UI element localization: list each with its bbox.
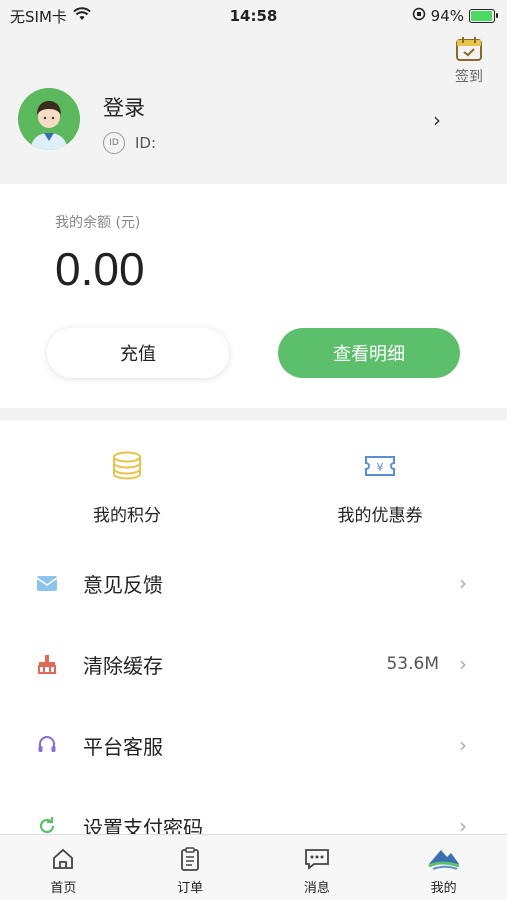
tab-home[interactable]: 首页 [0, 835, 127, 900]
checkin-label: 签到 [455, 69, 483, 85]
wifi-icon [73, 7, 91, 25]
profile-logo-icon [380, 845, 507, 873]
tab-label: 订单 [177, 881, 204, 896]
view-details-button[interactable]: 查看明细 [278, 328, 460, 378]
tab-orders[interactable]: 订单 [127, 835, 254, 900]
tab-label: 我的 [430, 881, 457, 896]
chevron-right-icon: › [459, 571, 467, 595]
headset-icon [36, 734, 58, 756]
carrier-text: 无SIM卡 [10, 7, 67, 26]
recharge-button[interactable]: 充值 [47, 328, 229, 378]
battery-percent: 94% [430, 7, 464, 25]
profile-chevron-right-icon[interactable]: › [433, 108, 441, 132]
id-badge-icon: ID [103, 132, 125, 154]
my-coupons-label: 我的优惠券 [337, 506, 423, 526]
menu-item-customer-service[interactable]: 平台客服 › [0, 705, 507, 785]
status-right: 94% [412, 7, 498, 25]
balance-label: 我的余额 (元) [55, 215, 141, 231]
menu-item-label: 平台客服 [83, 734, 163, 759]
menu-item-clear-cache[interactable]: 清除缓存 53.6M › [0, 624, 507, 704]
status-left: 无SIM卡 [10, 6, 91, 27]
calendar-check-icon [455, 37, 483, 66]
coupon-icon: ¥ [305, 449, 455, 483]
tab-messages[interactable]: 消息 [254, 835, 381, 900]
tab-label: 首页 [50, 881, 77, 896]
my-points-label: 我的积分 [93, 506, 161, 526]
checkin-button[interactable]: 签到 [449, 36, 489, 86]
cache-size-value: 53.6M [386, 654, 439, 674]
features-section: 我的积分 ¥ 我的优惠券 意见反馈 › 清除缓存 53.6M › 平台客服 › … [0, 421, 507, 840]
login-link[interactable]: 登录 [103, 92, 145, 122]
tab-mine[interactable]: 我的 [380, 835, 507, 900]
battery-fill [471, 11, 492, 21]
menu-item-feedback[interactable]: 意见反馈 › [0, 543, 507, 623]
user-id-row: ID ID: [103, 132, 156, 154]
orientation-lock-icon [412, 7, 426, 25]
my-coupons-button[interactable]: ¥ 我的优惠券 [305, 449, 455, 526]
envelope-icon [36, 572, 58, 594]
bottom-tab-bar: 首页 订单 消息 我的 [0, 834, 507, 900]
balance-card: 我的余额 (元) 0.00 充值 查看明细 [0, 184, 507, 408]
status-bar: 无SIM卡 14:58 94% [0, 0, 507, 32]
battery-icon [469, 9, 498, 23]
coupon-symbol: ¥ [377, 461, 384, 474]
user-id-label: ID: [135, 134, 157, 152]
avatar[interactable] [18, 88, 80, 150]
my-points-button[interactable]: 我的积分 [52, 449, 202, 526]
home-icon [0, 845, 127, 873]
menu-item-label: 意见反馈 [83, 572, 163, 597]
clipboard-icon [127, 845, 254, 873]
broom-icon [36, 653, 58, 675]
menu-item-label: 清除缓存 [83, 653, 163, 678]
coins-icon [52, 449, 202, 483]
balance-value: 0.00 [55, 243, 145, 295]
chevron-right-icon: › [459, 652, 467, 676]
message-icon [254, 845, 381, 873]
chevron-right-icon: › [459, 733, 467, 757]
tab-label: 消息 [303, 881, 330, 896]
profile-header: 签到 登录 ID ID: › [0, 32, 507, 184]
